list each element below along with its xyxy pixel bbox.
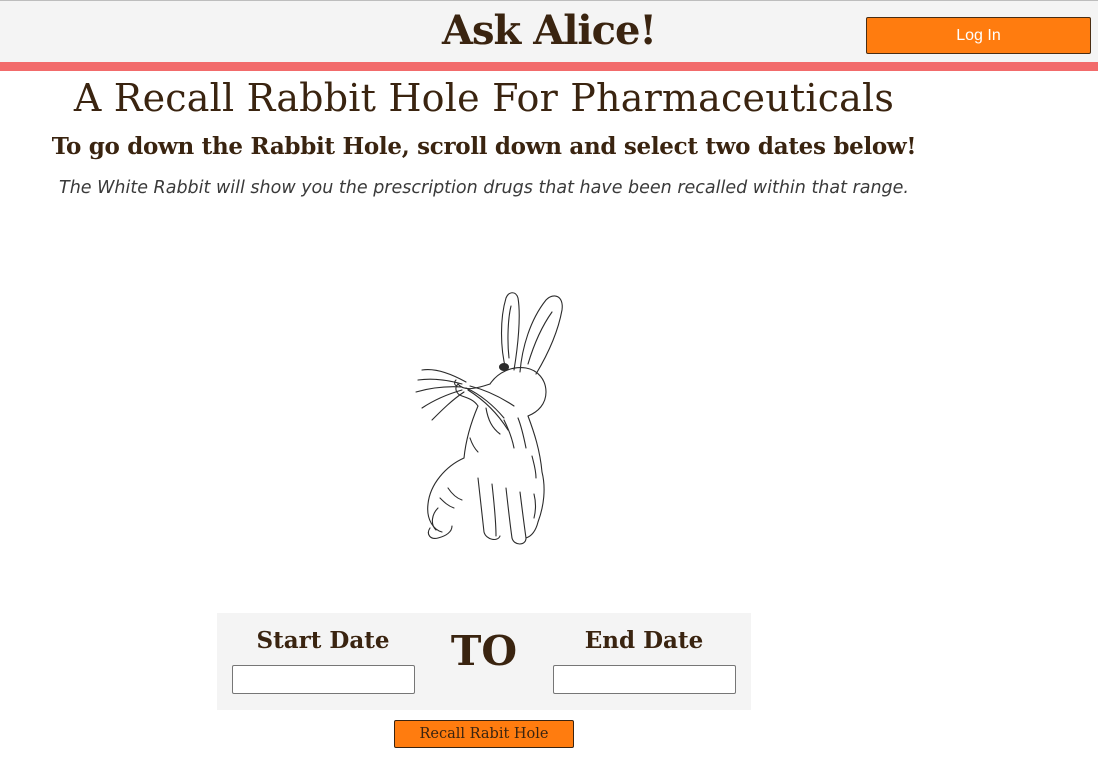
date-range-panel: Start Date TO End Date — [217, 613, 751, 710]
login-button[interactable]: Log In — [866, 17, 1091, 54]
page-subtitle: To go down the Rabbit Hole, scroll down … — [51, 133, 917, 160]
start-date-label: Start Date — [256, 627, 390, 654]
page-description: The White Rabbit will show you the presc… — [59, 178, 909, 198]
end-date-label: End Date — [584, 627, 704, 654]
header-accent-stripe — [0, 62, 1098, 71]
date-range-separator: TO — [450, 627, 518, 675]
start-date-input[interactable] — [232, 665, 415, 694]
end-date-input[interactable] — [553, 665, 736, 694]
recall-rabbit-hole-button[interactable]: Recall Rabit Hole — [394, 720, 574, 748]
rabbit-illustration — [415, 292, 563, 545]
app-header: Ask Alice! Log In — [0, 0, 1098, 62]
page-title: A Recall Rabbit Hole For Pharmaceuticals — [73, 76, 895, 120]
